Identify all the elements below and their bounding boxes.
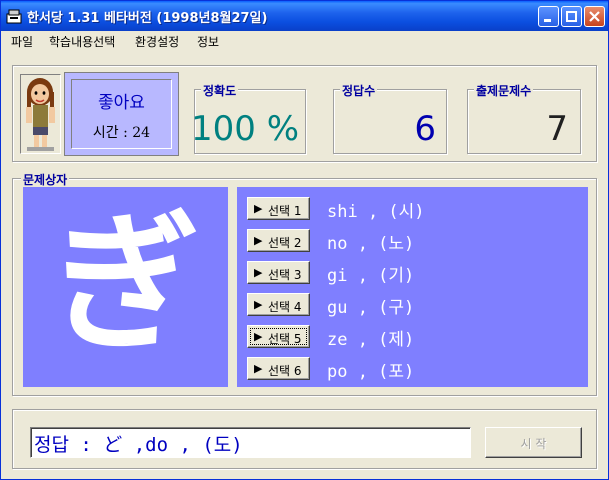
answer-button-3[interactable]: ▶ 선택 3	[247, 261, 310, 284]
window-title: 한서당 1.31 베타버전 (1998년8월27일)	[27, 11, 268, 26]
footer-panel: 정답 : ど ,do , (도) 시 작	[12, 409, 597, 469]
total-count-label: 출제문제수	[474, 82, 534, 99]
answer-button-label: 선택 3	[268, 268, 302, 282]
answer-button-6[interactable]: ▶ 선택 6	[247, 357, 310, 380]
answer-button-label: 선택 6	[268, 364, 302, 378]
app-window: 한서당 1.31 베타버전 (1998년8월27일) 파일 학습내용선택 환경설…	[0, 0, 609, 480]
play-arrow-icon: ▶	[254, 298, 263, 311]
play-arrow-icon: ▶	[254, 330, 263, 343]
avatar-frame	[20, 74, 61, 154]
result-field: 정답 : ど ,do , (도)	[30, 427, 471, 458]
correct-count-label: 정답수	[340, 82, 378, 99]
answer-text-1: shi , (시)	[327, 202, 425, 222]
answer-button-label: 선택 1	[268, 204, 302, 218]
menu-info[interactable]: 정보	[197, 33, 219, 50]
answer-text-4: gu , (구)	[327, 298, 415, 318]
menu-select-content[interactable]: 학습내용선택	[49, 33, 115, 50]
result-text: 정답 : ど ,do , (도)	[34, 434, 243, 456]
mood-box: 좋아요 시간 : 24	[64, 72, 179, 156]
app-icon	[6, 9, 22, 24]
answer-button-label: 선택 5	[268, 332, 302, 346]
answer-button-1[interactable]: ▶ 선택 1	[247, 197, 310, 220]
title-bar[interactable]: 한서당 1.31 베타버전 (1998년8월27일)	[1, 1, 608, 31]
maximize-icon	[566, 11, 577, 22]
answer-text-6: po , (포)	[327, 362, 415, 382]
time-text: 시간 : 24	[92, 125, 151, 141]
accuracy-value: 100 %	[190, 109, 299, 149]
answer-button-2[interactable]: ▶ 선택 2	[247, 229, 310, 252]
answer-button-4[interactable]: ▶ 선택 4	[247, 293, 310, 316]
close-icon	[589, 11, 600, 22]
play-arrow-icon: ▶	[254, 202, 263, 215]
menu-settings[interactable]: 환경설정	[135, 33, 179, 50]
avatar	[26, 78, 55, 151]
question-character: ぎ	[50, 198, 201, 372]
answer-button-label: 선택 4	[268, 300, 302, 314]
answer-button-5[interactable]: ▶ 선택 5	[247, 325, 310, 348]
minimize-button[interactable]	[538, 6, 559, 27]
accuracy-group: 정확도 100 %	[190, 82, 306, 154]
total-count-value: 7	[546, 109, 568, 149]
status-panel: 좋아요 시간 : 24 정확도 100 % 정답수 6 출제문제수 7	[12, 65, 597, 162]
menu-bar: 파일 학습내용선택 환경설정 정보	[2, 31, 607, 51]
character-display: ぎ	[23, 187, 228, 387]
answer-text-2: no , (노)	[327, 234, 415, 254]
accuracy-label: 정확도	[201, 82, 239, 99]
close-button[interactable]	[584, 6, 605, 27]
mood-inner: 좋아요 시간 : 24	[71, 79, 172, 149]
play-arrow-icon: ▶	[254, 234, 263, 247]
mood-text: 좋아요	[98, 93, 145, 113]
question-label: 문제상자	[21, 171, 70, 188]
answer-button-label: 선택 2	[268, 236, 302, 250]
total-count-group: 출제문제수 7	[467, 82, 581, 154]
minimize-icon	[544, 19, 551, 22]
start-button-label: 시 작	[520, 437, 547, 451]
play-arrow-icon: ▶	[254, 362, 263, 375]
answer-text-5: ze , (제)	[327, 330, 415, 350]
maximize-button[interactable]	[561, 6, 582, 27]
play-arrow-icon: ▶	[254, 266, 263, 279]
menu-file[interactable]: 파일	[11, 33, 33, 50]
start-button[interactable]: 시 작	[485, 427, 582, 458]
correct-count-value: 6	[414, 109, 436, 149]
correct-count-group: 정답수 6	[333, 82, 447, 154]
answer-text-3: gi , (기)	[327, 266, 415, 286]
